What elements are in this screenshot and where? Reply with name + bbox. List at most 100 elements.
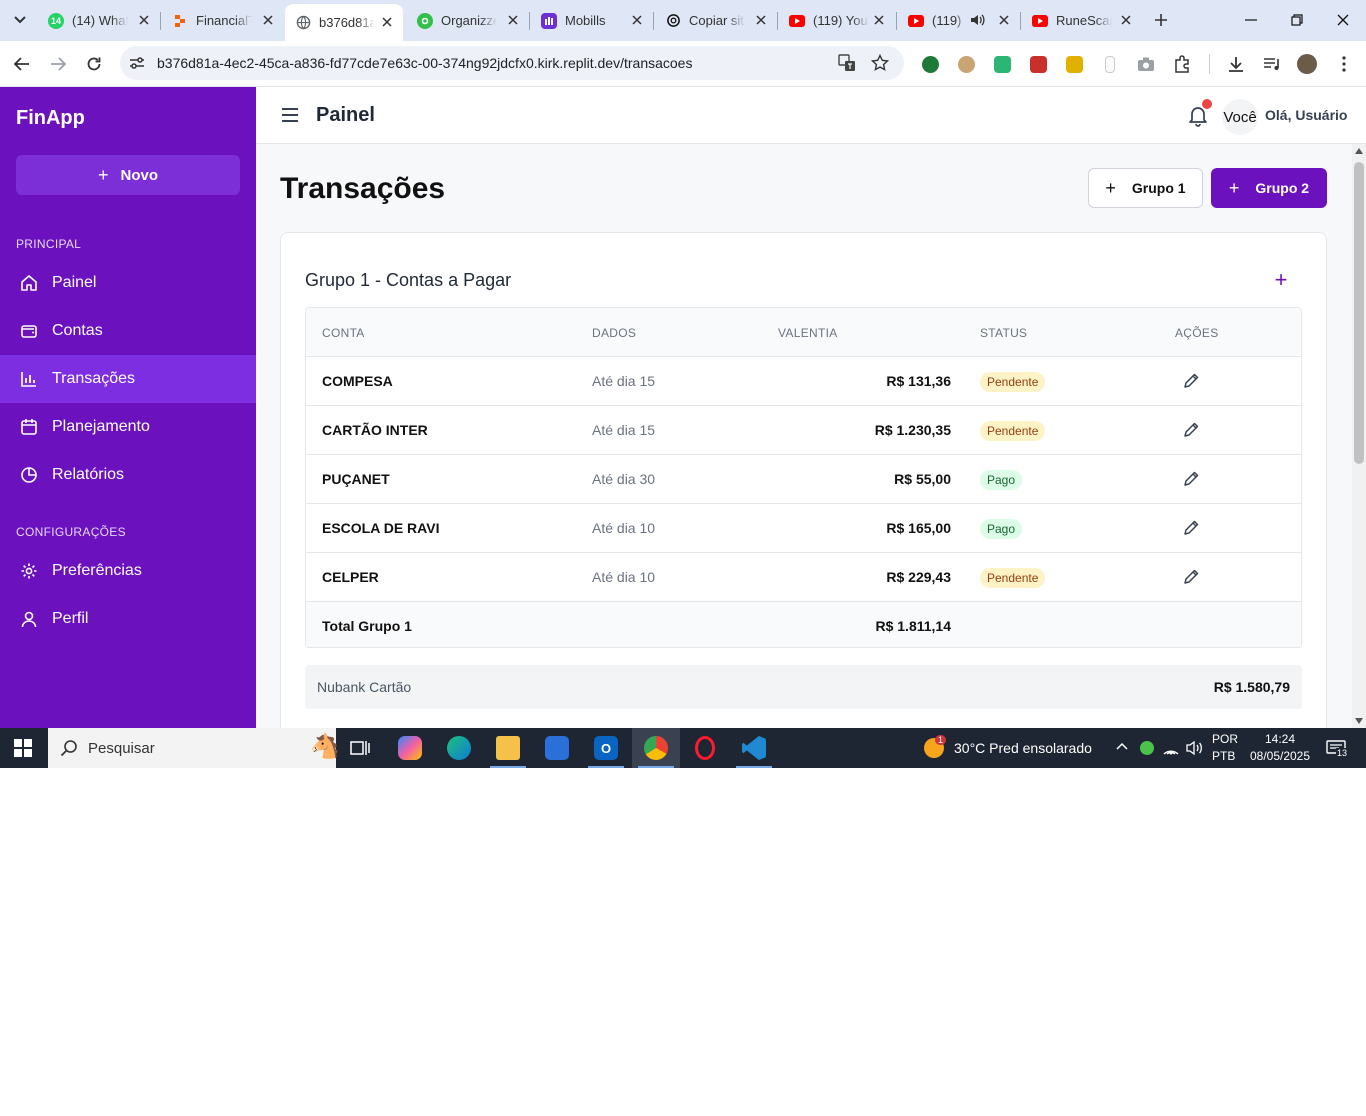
sidebar-item-preferencias[interactable]: Preferências <box>0 547 256 595</box>
taskbar-clock[interactable]: 14:24 08/05/2025 <box>1244 731 1316 765</box>
pencil-icon[interactable] <box>1182 372 1200 390</box>
tab-financialtracker[interactable]: FinancialTracker <box>162 6 284 35</box>
tab-youtube-2[interactable]: (119) <box>898 6 1020 35</box>
language-indicator[interactable]: POR PTB <box>1212 731 1238 765</box>
media-controls-icon[interactable] <box>1262 54 1282 74</box>
tab-title: (119) YouTube <box>813 13 869 28</box>
tab-active-app[interactable]: b376d81a <box>285 4 403 41</box>
chevron-up-icon[interactable] <box>1116 742 1128 750</box>
avatar[interactable]: Você <box>1222 99 1258 135</box>
close-icon[interactable] <box>753 12 769 28</box>
taskbar-outlook[interactable]: O <box>582 728 630 768</box>
column-header-status[interactable]: STATUS <box>980 326 1027 340</box>
extension-money-icon[interactable] <box>920 54 940 74</box>
sidebar-item-contas[interactable]: Contas <box>0 307 256 355</box>
new-button[interactable]: + Novo <box>16 155 240 195</box>
close-icon[interactable] <box>629 12 645 28</box>
browser-menu-icon[interactable] <box>1334 54 1354 74</box>
add-group2-button[interactable]: + Grupo 2 <box>1211 168 1327 208</box>
table-row[interactable]: COMPESA Até dia 15 R$ 131,36 Pendente <box>306 357 1301 406</box>
bookmark-star-icon[interactable] <box>871 54 889 72</box>
sidebar-item-painel[interactable]: Painel <box>0 259 256 307</box>
taskbar-vscode[interactable] <box>730 728 778 768</box>
table-row[interactable]: CELPER Até dia 10 R$ 229,43 Pendente <box>306 553 1301 602</box>
forward-button[interactable] <box>46 52 70 76</box>
sidebar-item-planejamento[interactable]: Planejamento <box>0 403 256 451</box>
minimize-button[interactable] <box>1236 8 1266 32</box>
translate-icon[interactable] <box>838 54 856 72</box>
tab-search-button[interactable] <box>8 8 32 32</box>
restore-button[interactable] <box>1282 8 1312 32</box>
taskbar-file-explorer[interactable] <box>484 728 532 768</box>
tab-mobills[interactable]: Mobills <box>531 6 653 35</box>
tab-copiar-site[interactable]: Copiar site <box>655 6 777 35</box>
wifi-icon[interactable] <box>1162 740 1180 756</box>
table-row[interactable]: ESCOLA DE RAVI Até dia 10 R$ 165,00 Pago <box>306 504 1301 553</box>
close-icon[interactable] <box>871 12 887 28</box>
camera-icon[interactable] <box>1136 54 1156 74</box>
menu-icon[interactable] <box>280 106 300 124</box>
pencil-icon[interactable] <box>1182 470 1200 488</box>
scrollbar-thumb[interactable] <box>1354 162 1364 464</box>
taskbar-search[interactable]: Pesquisar 🐴 <box>48 728 340 768</box>
close-icon[interactable] <box>136 12 152 28</box>
scroll-down-arrow[interactable] <box>1355 718 1363 724</box>
extensions-puzzle-icon[interactable] <box>1172 54 1192 74</box>
table-row[interactable]: PUÇANET Até dia 30 R$ 55,00 Pago <box>306 455 1301 504</box>
back-button[interactable] <box>10 52 34 76</box>
site-info-icon[interactable] <box>128 54 146 72</box>
reload-button[interactable] <box>82 52 106 76</box>
add-account-button[interactable]: + <box>1271 269 1291 291</box>
table-row[interactable]: CARTÃO INTER Até dia 15 R$ 1.230,35 Pend… <box>306 406 1301 455</box>
scroll-up-arrow[interactable] <box>1355 148 1363 154</box>
user-greeting[interactable]: Olá, Usuário <box>1265 107 1347 123</box>
page-scrollbar[interactable] <box>1352 144 1366 728</box>
profile-avatar[interactable] <box>1297 54 1317 74</box>
plus-icon: + <box>1105 177 1116 198</box>
weather-text[interactable]: 30°C Pred ensolarado <box>954 740 1092 756</box>
close-icon[interactable] <box>505 12 521 28</box>
tab-youtube-1[interactable]: (119) YouTube <box>779 6 895 35</box>
tab-organizze[interactable]: Organizze <box>407 6 529 35</box>
security-check-icon[interactable] <box>1140 741 1154 755</box>
extension-yellow-icon[interactable] <box>1064 54 1084 74</box>
extension-blank-icon[interactable] <box>1100 54 1120 74</box>
browser-toolbar: b376d81a-4ec2-45ca-a836-fd77cde7e63c-00-… <box>0 41 1366 87</box>
windows-start-button[interactable] <box>14 739 32 757</box>
new-tab-button[interactable] <box>1150 9 1172 31</box>
pencil-icon[interactable] <box>1182 519 1200 537</box>
column-header-conta[interactable]: CONTA <box>322 326 365 340</box>
taskbar-copilot[interactable] <box>386 728 434 768</box>
url-text[interactable]: b376d81a-4ec2-45ca-a836-fd77cde7e63c-00-… <box>157 55 692 71</box>
sidebar-item-perfil[interactable]: Perfil <box>0 595 256 643</box>
close-icon[interactable] <box>260 12 276 28</box>
close-icon[interactable] <box>379 14 395 30</box>
pencil-icon[interactable] <box>1182 421 1200 439</box>
close-window-button[interactable] <box>1328 8 1358 32</box>
account-name: COMPESA <box>322 373 393 389</box>
task-view-button[interactable] <box>336 728 384 768</box>
taskbar-opera[interactable] <box>681 728 729 768</box>
pencil-icon[interactable] <box>1182 568 1200 586</box>
column-header-dados[interactable]: DADOS <box>592 326 636 340</box>
speaker-icon[interactable] <box>970 13 986 30</box>
extension-dog-icon[interactable] <box>956 54 976 74</box>
close-icon[interactable] <box>996 12 1012 28</box>
column-header-valor[interactable]: VALENTIA <box>778 326 838 340</box>
sidebar-item-transacoes[interactable]: Transações <box>0 355 256 403</box>
taskbar-store[interactable] <box>533 728 581 768</box>
extension-red-icon[interactable] <box>1028 54 1048 74</box>
subgroup-row[interactable]: Nubank Cartão R$ 1.580,79 <box>305 665 1302 709</box>
extension-green-icon[interactable] <box>992 54 1012 74</box>
sidebar-item-relatorios[interactable]: Relatórios <box>0 451 256 499</box>
taskbar-edge[interactable] <box>435 728 483 768</box>
add-group1-button[interactable]: + Grupo 1 <box>1088 168 1203 208</box>
close-icon[interactable] <box>1118 12 1134 28</box>
tab-runescape[interactable]: RuneScape <box>1022 6 1142 35</box>
volume-icon[interactable] <box>1186 740 1204 756</box>
downloads-icon[interactable] <box>1226 54 1246 74</box>
tab-whatsapp[interactable]: 14 (14) WhatsApp <box>38 6 160 35</box>
address-bar[interactable]: b376d81a-4ec2-45ca-a836-fd77cde7e63c-00-… <box>120 46 904 80</box>
app-brand[interactable]: FinApp <box>16 107 85 130</box>
taskbar-chrome[interactable] <box>632 728 680 768</box>
